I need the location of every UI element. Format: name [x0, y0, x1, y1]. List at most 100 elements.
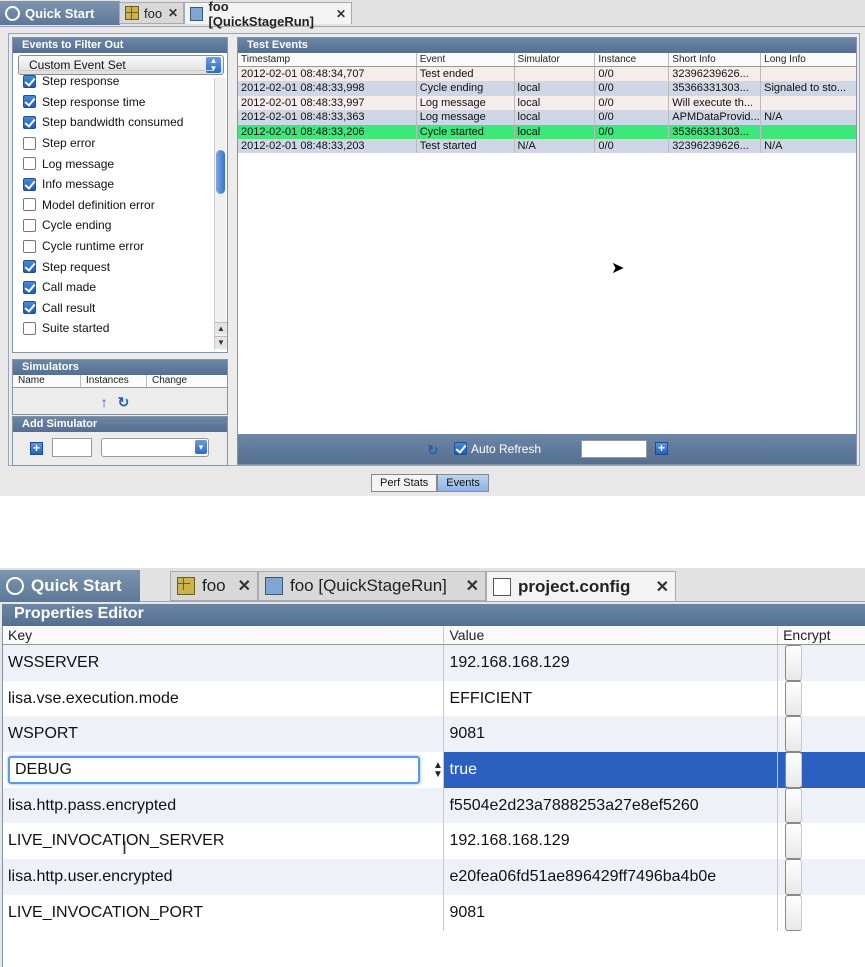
key-cell[interactable]: lisa.http.pass.encrypted	[3, 787, 445, 824]
event-filter-checkbox[interactable]	[23, 74, 36, 88]
encrypt-checkbox[interactable]	[785, 859, 803, 895]
event-filter-checkbox[interactable]	[23, 280, 36, 294]
spinner-icon[interactable]: ▲ ▼	[428, 752, 443, 788]
scroll-up-icon[interactable]: ▲	[215, 322, 227, 334]
add-simulator-button[interactable]: +	[30, 442, 43, 455]
close-icon[interactable]: ✕	[234, 576, 251, 596]
event-filter-item[interactable]: Call made	[18, 277, 213, 298]
refresh-icon[interactable]: ↻	[427, 442, 439, 459]
event-filter-item[interactable]: Suite started	[18, 318, 213, 339]
key-cell[interactable]: LIVE_INVOCATION_SERVER	[3, 823, 445, 860]
table-row[interactable]: LIVE_INVOCATION_SERVER 192.168.168.129	[3, 823, 865, 860]
table-row[interactable]: 2012-02-01 08:48:34,707 Test ended 0/0 3239…	[238, 67, 856, 82]
refresh-icon[interactable]: ↻	[118, 394, 140, 410]
scroll-down-icon[interactable]: ▼	[215, 336, 227, 348]
value-cell[interactable]: true	[444, 752, 779, 788]
refresh-interval-input[interactable]	[581, 440, 647, 458]
event-filter-checkbox[interactable]	[23, 95, 36, 109]
event-filter-checkbox[interactable]	[23, 177, 36, 191]
simulator-select[interactable]: ▾	[101, 438, 209, 457]
table-row[interactable]: 2012-02-01 08:48:33,206 Cycle started loca…	[238, 124, 856, 139]
value-cell[interactable]: e20fea06fd51ae896429ff7496ba4b0e	[444, 859, 779, 895]
close-icon[interactable]: ✕	[332, 7, 346, 21]
event-filter-item[interactable]: Cycle ending	[18, 215, 213, 236]
encrypt-checkbox[interactable]	[785, 752, 803, 788]
event-filter-item[interactable]: Step error	[18, 133, 213, 154]
event-filter-item[interactable]: Step response	[18, 71, 213, 92]
event-filter-checkbox[interactable]	[23, 198, 36, 212]
table-row[interactable]: 2012-02-01 08:48:33,998 Cycle ending local…	[238, 81, 856, 96]
close-icon[interactable]: ✕	[462, 576, 479, 596]
table-row[interactable]: lisa.http.user.encrypted e20fea06fd51ae89…	[3, 859, 865, 895]
key-cell[interactable]: lisa.http.user.encrypted	[3, 859, 445, 895]
event-filter-item[interactable]: Cycle runtime error	[18, 236, 213, 257]
key-cell[interactable]: WSSERVER	[3, 645, 445, 681]
value-cell[interactable]: EFFICIENT	[444, 680, 779, 717]
event-filter-checkbox[interactable]	[23, 218, 36, 232]
encrypt-checkbox[interactable]	[785, 680, 803, 717]
table-row[interactable]: WSPORT 9081	[3, 716, 865, 753]
scrollbar-thumb[interactable]	[216, 150, 225, 194]
col-instance[interactable]: Instance	[595, 53, 670, 66]
simulator-count-input[interactable]	[52, 438, 92, 457]
encrypt-checkbox[interactable]	[785, 894, 803, 931]
tab-foo[interactable]: foo ✕	[119, 2, 184, 24]
tab-foo[interactable]: foo ✕	[170, 571, 258, 601]
event-filter-checkbox[interactable]	[23, 136, 36, 150]
table-row[interactable]: LIVE_INVOCATION_PORT 9081	[3, 894, 865, 931]
event-filter-checkbox[interactable]	[23, 239, 36, 253]
key-edit-input[interactable]: DEBUG	[8, 755, 420, 784]
tab-quick-start[interactable]: Quick Start	[0, 1, 120, 25]
close-icon[interactable]: ✕	[652, 577, 669, 597]
add-button[interactable]: +	[655, 442, 668, 455]
key-cell[interactable]: lisa.vse.execution.mode	[3, 680, 445, 717]
event-filter-item[interactable]: Log message	[18, 153, 213, 174]
encrypt-checkbox[interactable]	[785, 645, 803, 681]
event-filter-checkbox[interactable]	[23, 260, 36, 274]
event-filter-checkbox[interactable]	[23, 301, 36, 315]
col-event[interactable]: Event	[417, 53, 515, 66]
key-cell[interactable]: WSPORT	[3, 716, 445, 753]
event-filter-item[interactable]: Info message	[18, 174, 213, 195]
table-row[interactable]: 2012-02-01 08:48:33,203 Test started N/A 0/…	[238, 138, 856, 154]
event-filter-checkbox[interactable]	[23, 321, 36, 335]
value-cell[interactable]: 9081	[444, 716, 779, 753]
value-cell[interactable]: 192.168.168.129	[444, 823, 779, 860]
table-row[interactable]: WSSERVER 192.168.168.129	[3, 645, 865, 681]
event-filter-checkbox[interactable]	[23, 115, 36, 129]
event-filter-item[interactable]: Step bandwidth consumed	[18, 112, 213, 133]
tab-perf-stats[interactable]: Perf Stats	[371, 474, 438, 492]
event-list-scrollbar[interactable]: ▲ ▼	[214, 78, 227, 350]
col-encrypt[interactable]: Encrypt	[778, 626, 865, 644]
table-row[interactable]: 2012-02-01 08:48:33,997 Log message local 0…	[238, 95, 856, 111]
tab-project-config[interactable]: project.config ✕	[486, 571, 676, 601]
event-filter-item[interactable]: Step response time	[18, 92, 213, 113]
col-long-info[interactable]: Long Info	[761, 53, 856, 66]
encrypt-checkbox[interactable]	[785, 716, 803, 753]
table-row[interactable]: lisa.vse.execution.mode EFFICIENT	[3, 680, 865, 717]
tab-quick-start[interactable]: Quick Start	[0, 570, 140, 602]
encrypt-checkbox[interactable]	[785, 787, 803, 824]
table-row[interactable]: DEBUG ▲ ▼ true	[3, 752, 865, 788]
col-timestamp[interactable]: Timestamp	[238, 53, 417, 66]
arrow-up-icon[interactable]: ↑	[101, 394, 118, 410]
event-filter-item[interactable]: Suite test staged	[18, 339, 213, 340]
auto-refresh-checkbox[interactable]	[454, 442, 467, 455]
tab-foo-quickstagerun[interactable]: foo [QuickStageRun] ✕	[258, 571, 486, 601]
table-row[interactable]: 2012-02-01 08:48:33,363 Log message local 0…	[238, 110, 856, 125]
event-filter-item[interactable]: Call result	[18, 298, 213, 319]
col-short-info[interactable]: Short Info	[669, 53, 762, 66]
event-filter-checkbox[interactable]	[23, 157, 36, 171]
col-value[interactable]: Value	[444, 626, 779, 644]
value-cell[interactable]: f5504e2d23a7888253a27e8ef5260	[444, 787, 779, 824]
col-simulator[interactable]: Simulator	[515, 53, 596, 66]
close-icon[interactable]: ✕	[164, 6, 178, 20]
encrypt-checkbox[interactable]	[785, 823, 803, 860]
value-cell[interactable]: 192.168.168.129	[444, 645, 779, 681]
table-row[interactable]: lisa.http.pass.encrypted f5504e2d23a78882…	[3, 787, 865, 824]
value-cell[interactable]: 9081	[444, 894, 779, 931]
key-cell[interactable]: LIVE_INVOCATION_PORT	[3, 894, 445, 931]
col-key[interactable]: Key	[3, 626, 445, 644]
event-filter-item[interactable]: Model definition error	[18, 195, 213, 216]
tab-events[interactable]: Events	[437, 474, 489, 492]
